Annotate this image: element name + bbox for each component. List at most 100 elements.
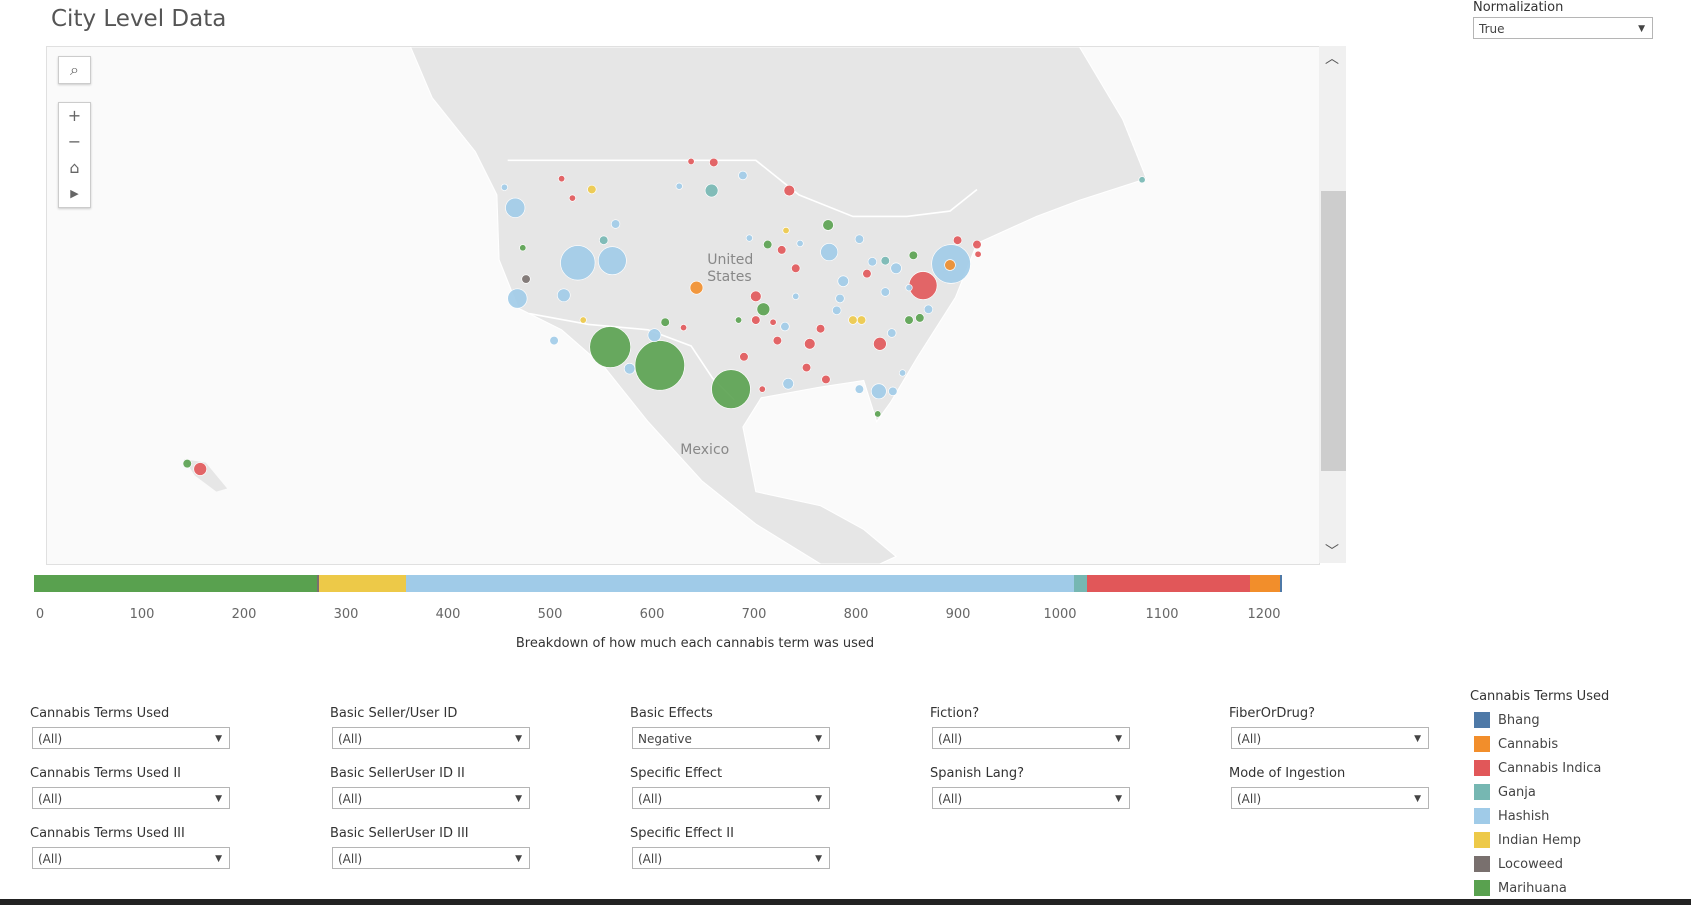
city-bubble[interactable]: [505, 197, 526, 218]
city-bubble[interactable]: [579, 316, 587, 324]
city-bubble[interactable]: [974, 250, 982, 258]
map-scrollbar[interactable]: ︿ ﹀: [1319, 46, 1346, 563]
city-bubble[interactable]: [856, 315, 867, 325]
city-bubble[interactable]: [867, 257, 877, 267]
city-bubble[interactable]: [589, 326, 631, 368]
city-bubble[interactable]: [862, 269, 872, 279]
city-bubble[interactable]: [820, 243, 839, 262]
zoom-in-button[interactable]: +: [59, 103, 90, 129]
city-bubble[interactable]: [854, 234, 865, 244]
filter-select-mode-of-ingestion[interactable]: (All) ▼: [1231, 787, 1429, 809]
city-bubble[interactable]: [750, 290, 762, 303]
city-bubble[interactable]: [521, 274, 531, 284]
city-bubble[interactable]: [751, 315, 761, 325]
zoom-out-button[interactable]: −: [59, 129, 90, 155]
city-bubble[interactable]: [675, 182, 683, 190]
city-bubble[interactable]: [822, 219, 834, 231]
city-bubble[interactable]: [888, 386, 898, 396]
city-bubble[interactable]: [634, 340, 685, 391]
city-bubble[interactable]: [738, 170, 748, 181]
city-bubble[interactable]: [772, 335, 783, 346]
city-bubble[interactable]: [560, 245, 596, 281]
city-bubble[interactable]: [763, 239, 773, 250]
bar-segment-ganja[interactable]: [1074, 575, 1087, 592]
city-bubble[interactable]: [804, 338, 816, 350]
filter-select-cannabis-terms-used-iii[interactable]: (All) ▼: [32, 847, 230, 869]
city-bubble[interactable]: [815, 324, 826, 334]
city-map[interactable]: United States Mexico ⌕ + − ⌂ ▶: [46, 46, 1320, 565]
city-bubble[interactable]: [880, 287, 890, 297]
legend-item[interactable]: Cannabis Indica: [1470, 756, 1609, 780]
city-bubble[interactable]: [792, 292, 800, 300]
play-icon[interactable]: ▶: [59, 181, 90, 207]
city-bubble[interactable]: [854, 384, 865, 394]
city-bubble[interactable]: [880, 256, 890, 266]
city-bubble[interactable]: [835, 293, 845, 304]
filter-select-specific-effect-ii[interactable]: (All) ▼: [632, 847, 830, 869]
city-bubble[interactable]: [519, 244, 527, 252]
city-bubble[interactable]: [890, 262, 902, 274]
legend-item[interactable]: Locoweed: [1470, 852, 1609, 876]
city-bubble[interactable]: [801, 362, 812, 373]
home-icon[interactable]: ⌂: [59, 155, 90, 181]
city-bubble[interactable]: [568, 194, 576, 202]
city-bubble[interactable]: [709, 157, 719, 168]
city-bubble[interactable]: [599, 235, 609, 245]
city-bubble[interactable]: [782, 226, 790, 235]
city-bubble[interactable]: [915, 313, 925, 323]
city-bubble[interactable]: [923, 304, 934, 314]
city-bubble[interactable]: [758, 385, 766, 393]
city-bubble[interactable]: [549, 335, 559, 346]
city-bubble[interactable]: [711, 369, 751, 409]
filter-select-spanish-lang-[interactable]: (All) ▼: [932, 787, 1130, 809]
legend-item[interactable]: Marihuana: [1470, 876, 1609, 900]
city-bubble[interactable]: [783, 184, 795, 197]
legend-item[interactable]: Indian Hemp: [1470, 828, 1609, 852]
city-bubble[interactable]: [821, 374, 831, 385]
city-bubble[interactable]: [887, 328, 897, 338]
city-bubble[interactable]: [704, 183, 719, 198]
city-bubble[interactable]: [874, 410, 882, 418]
legend-item[interactable]: Bhang: [1470, 708, 1609, 732]
filter-select-fiberordrug-[interactable]: (All) ▼: [1231, 727, 1429, 749]
city-bubble[interactable]: [558, 175, 566, 183]
legend-item[interactable]: Cannabis: [1470, 732, 1609, 756]
scroll-up-icon[interactable]: ︿: [1325, 48, 1339, 68]
city-bubble[interactable]: [687, 157, 695, 165]
filter-select-fiction-[interactable]: (All) ▼: [932, 727, 1130, 749]
map-search-button[interactable]: ⌕: [58, 56, 91, 84]
city-bubble[interactable]: [905, 284, 913, 292]
scrollbar-thumb[interactable]: [1321, 191, 1346, 471]
city-bubble[interactable]: [837, 275, 849, 287]
city-bubble[interactable]: [870, 383, 887, 400]
city-bubble[interactable]: [908, 271, 938, 300]
city-bubble[interactable]: [182, 458, 192, 469]
city-bubble[interactable]: [647, 328, 662, 342]
filter-select-cannabis-terms-used-ii[interactable]: (All) ▼: [32, 787, 230, 809]
city-bubble[interactable]: [972, 239, 982, 250]
city-bubble[interactable]: [791, 263, 801, 273]
normalization-select[interactable]: True ▼: [1473, 17, 1653, 39]
filter-select-basic-effects[interactable]: Negative ▼: [632, 727, 830, 749]
city-bubble[interactable]: [944, 259, 956, 271]
bar-segment-cannabis-indica[interactable]: [1086, 575, 1250, 592]
city-bubble[interactable]: [756, 302, 771, 317]
city-bubble[interactable]: [739, 352, 749, 362]
filter-select-basic-selleruser-id-iii[interactable]: (All) ▼: [332, 847, 530, 869]
city-bubble[interactable]: [782, 378, 794, 390]
filter-select-cannabis-terms-used[interactable]: (All) ▼: [32, 727, 230, 749]
bar-segment-marihuana[interactable]: [34, 575, 317, 592]
city-bubble[interactable]: [193, 462, 207, 476]
legend-item[interactable]: Hashish: [1470, 804, 1609, 828]
city-bubble[interactable]: [745, 234, 753, 242]
city-bubble[interactable]: [1138, 176, 1146, 184]
city-bubble[interactable]: [832, 305, 842, 315]
city-bubble[interactable]: [777, 245, 787, 255]
filter-select-specific-effect[interactable]: (All) ▼: [632, 787, 830, 809]
legend-item[interactable]: Ganja: [1470, 780, 1609, 804]
city-bubble[interactable]: [952, 235, 963, 245]
city-bubble[interactable]: [908, 250, 918, 260]
city-bubble[interactable]: [623, 362, 636, 375]
city-bubble[interactable]: [898, 369, 907, 377]
city-bubble[interactable]: [796, 239, 804, 248]
